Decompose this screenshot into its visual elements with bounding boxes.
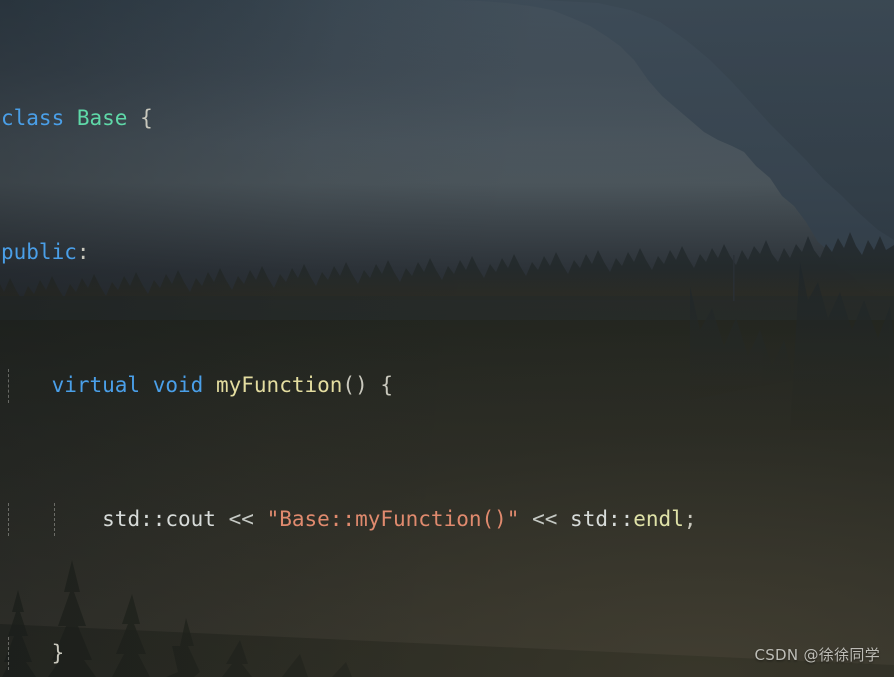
code-line-3: virtual void myFunction() { bbox=[0, 369, 894, 403]
code-editor-content[interactable]: class Base { public: virtual void myFunc… bbox=[0, 0, 894, 677]
token-brace-open: { bbox=[140, 106, 153, 131]
csdn-watermark: CSDN @徐徐同学 bbox=[754, 646, 880, 664]
indent-guide bbox=[8, 636, 9, 671]
indent-guide bbox=[8, 503, 9, 537]
token-keyword-virtual: virtual bbox=[51, 373, 141, 398]
token-endl: endl bbox=[633, 507, 684, 532]
code-line-2: public: bbox=[1, 239, 90, 264]
code-line-4: std::cout << "Base::myFunction()" << std… bbox=[0, 503, 894, 537]
token-stream-operator: << bbox=[532, 507, 558, 532]
indent-guide bbox=[54, 503, 55, 537]
token-string-literal: "Base::myFunction()" bbox=[266, 507, 520, 532]
token-keyword-void: void bbox=[152, 373, 204, 398]
indent-guide bbox=[8, 369, 9, 403]
code-line-1: class Base { bbox=[0, 102, 894, 135]
token-std-cout: std::cout bbox=[102, 507, 216, 532]
token-type-base: Base bbox=[76, 106, 128, 131]
token-keyword-class: class bbox=[1, 106, 65, 131]
code-screenshot: class Base { public: virtual void myFunc… bbox=[0, 0, 894, 677]
token-function-myfunction: myFunction bbox=[215, 373, 343, 398]
token-brace-close: } bbox=[51, 640, 65, 665]
token-keyword-public: public bbox=[1, 239, 77, 264]
token-stream-operator: << bbox=[228, 507, 254, 532]
